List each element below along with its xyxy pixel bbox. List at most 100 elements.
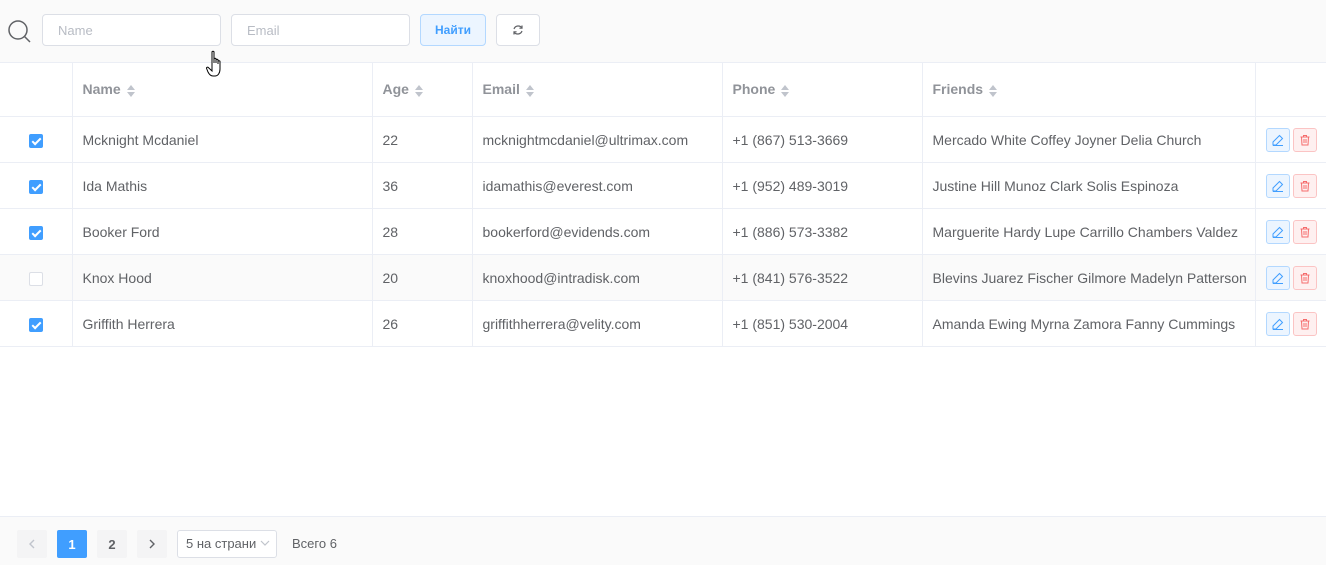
- page-size-select[interactable]: 5 на странице: [177, 530, 277, 558]
- row-select-cell: [0, 116, 73, 163]
- table-row: Griffith Herrera 26 griffithherrera@velity…: [0, 300, 1326, 347]
- table-row: Booker Ford 28 bookerford@evidends.com +1 (…: [0, 208, 1326, 255]
- row-actions: [1255, 116, 1326, 163]
- trash-icon: [1300, 272, 1309, 283]
- column-header-label: Phone: [732, 81, 776, 98]
- table-row: Ida Mathis 36 idamathis@everest.com +1 (952…: [0, 162, 1326, 209]
- row-actions: [1255, 208, 1326, 255]
- table-body: Mcknight Mcdaniel 22 mcknightmcdaniel@ultr…: [0, 116, 1326, 347]
- cell-friends: Blevins Juarez Fischer Gilmore Madelyn P…: [922, 254, 1256, 301]
- cell-email: bookerford@evidends.com: [472, 208, 723, 255]
- page-button-2[interactable]: 2: [97, 530, 127, 558]
- row-select-cell: [0, 300, 73, 347]
- select-column-header: [0, 62, 73, 117]
- cell-email: idamathis@everest.com: [472, 162, 723, 209]
- cell-phone: +1 (952) 489-3019: [722, 162, 923, 209]
- cell-age: 36: [372, 162, 473, 209]
- cell-friends: Marguerite Hardy Lupe Carrillo Chambers …: [922, 208, 1256, 255]
- column-header-label: Email: [482, 81, 520, 98]
- cell-name: Ida Mathis: [72, 162, 373, 209]
- next-page-button[interactable]: [137, 530, 167, 558]
- name-input[interactable]: [42, 14, 221, 46]
- trash-icon: [1300, 134, 1309, 145]
- users-table: Name Age Email Phone Friends Mcknight Mc…: [0, 62, 1326, 347]
- row-checkbox[interactable]: [28, 179, 43, 194]
- cell-friends: Mercado White Coffey Joyner Delia Church: [922, 116, 1256, 163]
- edit-button[interactable]: [1265, 265, 1290, 290]
- cell-email: griffithherrera@velity.com: [472, 300, 723, 347]
- delete-button[interactable]: [1292, 173, 1317, 198]
- edit-icon: [1272, 318, 1283, 330]
- total-count: Всего 6: [292, 536, 337, 551]
- delete-button[interactable]: [1292, 127, 1317, 152]
- mouse-pointer-icon: [206, 50, 221, 77]
- column-header-age[interactable]: Age: [372, 62, 473, 117]
- trash-icon: [1300, 318, 1309, 329]
- edit-icon: [1272, 134, 1283, 146]
- cell-age: 20: [372, 254, 473, 301]
- row-checkbox[interactable]: [28, 133, 43, 148]
- column-header-label: Friends: [932, 81, 984, 98]
- cell-name: Knox Hood: [72, 254, 373, 301]
- find-button[interactable]: Найти: [420, 14, 486, 46]
- row-checkbox[interactable]: [28, 271, 43, 286]
- column-header-email[interactable]: Email: [472, 62, 723, 117]
- trash-icon: [1300, 180, 1309, 191]
- row-select-cell: [0, 208, 73, 255]
- column-header-friends[interactable]: Friends: [922, 62, 1256, 117]
- cell-name: Mcknight Mcdaniel: [72, 116, 373, 163]
- email-input[interactable]: [231, 14, 410, 46]
- sort-icon[interactable]: [525, 84, 534, 98]
- row-actions: [1255, 254, 1326, 301]
- page-button-1[interactable]: 1: [57, 530, 87, 558]
- delete-button[interactable]: [1292, 219, 1317, 244]
- cell-friends: Amanda Ewing Myrna Zamora Fanny Cummings: [922, 300, 1256, 347]
- row-checkbox[interactable]: [28, 225, 43, 240]
- column-header-phone[interactable]: Phone: [722, 62, 923, 117]
- delete-button[interactable]: [1292, 265, 1317, 290]
- chevron-down-icon: [260, 540, 270, 546]
- cell-email: mcknightmcdaniel@ultrimax.com: [472, 116, 723, 163]
- delete-button[interactable]: [1292, 311, 1317, 336]
- cell-phone: +1 (851) 530-2004: [722, 300, 923, 347]
- edit-button[interactable]: [1265, 311, 1290, 336]
- refresh-icon: [513, 25, 523, 35]
- column-header-label: Age: [382, 81, 409, 98]
- search-icon[interactable]: [7, 19, 31, 43]
- page-size-value: 5 на странице: [186, 536, 256, 551]
- pagination-bar: 1 2 5 на странице Всего 6: [0, 516, 1326, 565]
- chevron-left-icon: [29, 539, 35, 549]
- sort-icon[interactable]: [414, 84, 423, 98]
- edit-icon: [1272, 226, 1283, 238]
- row-select-cell: [0, 162, 73, 209]
- cell-phone: +1 (841) 576-3522: [722, 254, 923, 301]
- sort-icon[interactable]: [989, 84, 998, 98]
- toolbar: Найти: [0, 0, 1326, 62]
- trash-icon: [1300, 226, 1309, 237]
- edit-icon: [1272, 180, 1283, 192]
- edit-button[interactable]: [1265, 127, 1290, 152]
- cell-name: Griffith Herrera: [72, 300, 373, 347]
- row-actions: [1255, 162, 1326, 209]
- sort-icon[interactable]: [126, 84, 135, 98]
- edit-button[interactable]: [1265, 219, 1290, 244]
- cell-phone: +1 (867) 513-3669: [722, 116, 923, 163]
- table-header-row: Name Age Email Phone Friends: [0, 62, 1326, 117]
- cell-email: knoxhood@intradisk.com: [472, 254, 723, 301]
- refresh-button[interactable]: [496, 14, 540, 46]
- sort-icon[interactable]: [781, 84, 790, 98]
- row-checkbox[interactable]: [28, 317, 43, 332]
- chevron-right-icon: [149, 539, 155, 549]
- cell-name: Booker Ford: [72, 208, 373, 255]
- cell-phone: +1 (886) 573-3382: [722, 208, 923, 255]
- row-actions: [1255, 300, 1326, 347]
- cell-age: 28: [372, 208, 473, 255]
- table-row: Knox Hood 20 knoxhood@intradisk.com +1 (841…: [0, 254, 1326, 301]
- actions-column-header: [1255, 62, 1326, 117]
- column-header-label: Name: [82, 81, 121, 98]
- row-select-cell: [0, 254, 73, 301]
- cell-age: 26: [372, 300, 473, 347]
- edit-button[interactable]: [1265, 173, 1290, 198]
- prev-page-button[interactable]: [17, 530, 47, 558]
- table-row: Mcknight Mcdaniel 22 mcknightmcdaniel@ultr…: [0, 116, 1326, 163]
